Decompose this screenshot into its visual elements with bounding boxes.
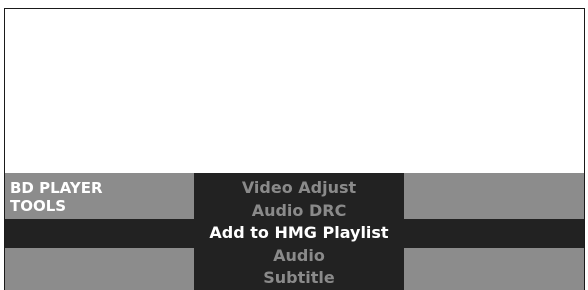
menu-item-selected-label: Add to HMG Playlist [209,223,389,242]
menu-item-video-adjust[interactable]: Video Adjust [194,177,404,199]
menu-item-subtitle[interactable]: Subtitle [194,267,404,289]
menu-item-add-to-hmg-playlist[interactable]: Add to HMG Playlist [5,222,584,244]
menu-item-audio-drc[interactable]: Audio DRC [194,200,404,222]
tools-panel-title: BD PLAYER TOOLS [10,179,103,215]
tools-title-line2: TOOLS [10,197,67,215]
tv-screen: BD PLAYER TOOLS Video Adjust Audio DRC A… [4,8,585,290]
menu-item-audio[interactable]: Audio [194,245,404,267]
tools-title-line1: BD PLAYER [10,179,103,197]
